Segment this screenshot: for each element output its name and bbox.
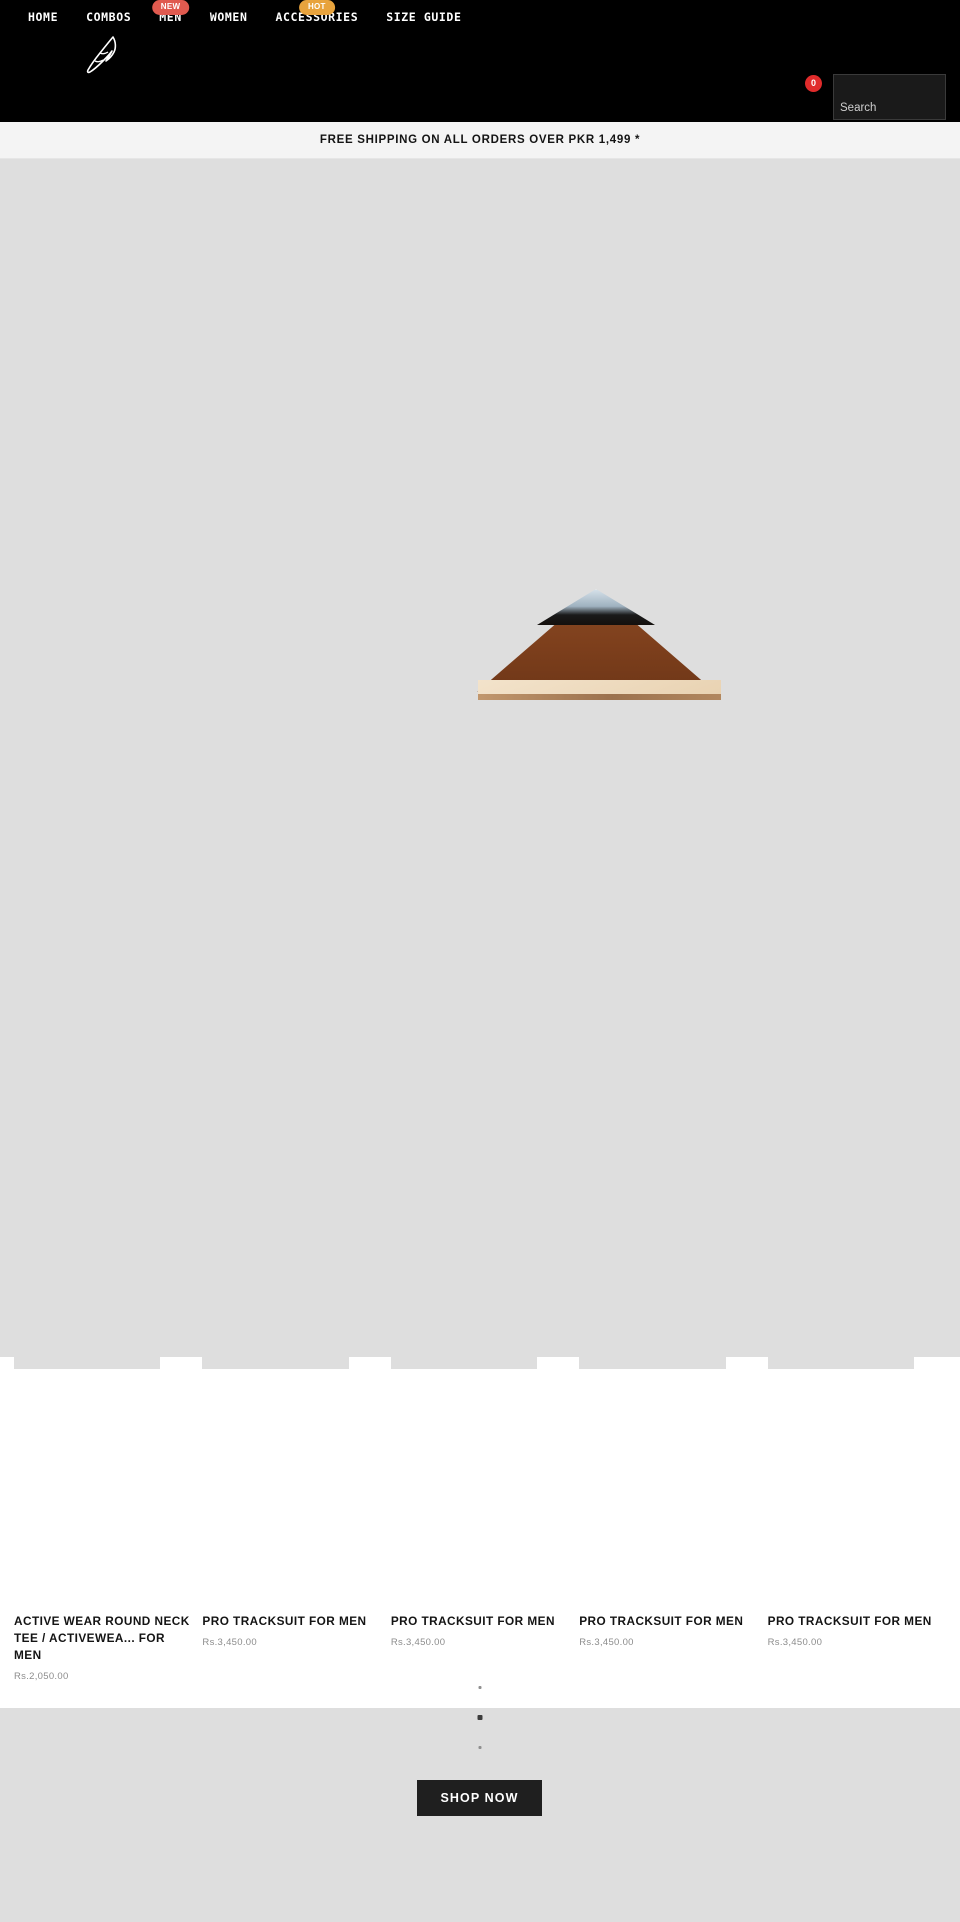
product-title[interactable]: PRO TRACKSUIT FOR MEN [579, 1613, 757, 1630]
carousel-dot[interactable] [478, 1686, 482, 1689]
search-panel[interactable] [833, 74, 946, 120]
nav-item-home[interactable]: HOME [14, 10, 72, 30]
thumbnail-placeholder [390, 1357, 538, 1369]
thumbnail-placeholder [767, 1357, 914, 1369]
nav-item-label: WOMEN [209, 10, 248, 24]
product-card[interactable]: PRO TRACKSUIT FOR MEN Rs.3,450.00 [579, 1357, 758, 1683]
announcement-text: FREE SHIPPING ON ALL ORDERS OVER PKR 1,4… [319, 134, 641, 146]
product-title[interactable]: ACTIVE WEAR ROUND NECK TEE / ACTIVEWEA..… [14, 1613, 192, 1664]
site-header: HOME COMBOS NEW MEN WOMEN HOT ACCESSORIE… [0, 0, 960, 122]
nav-item-women[interactable]: WOMEN [196, 10, 262, 30]
nav-item-label: COMBOS [86, 10, 132, 24]
nav-item-men[interactable]: NEW MEN [145, 0, 196, 30]
promo-banner: SHOP NOW [0, 700, 960, 1816]
header-actions: 0 [630, 0, 960, 120]
product-grid: ACTIVE WEAR ROUND NECK TEE / ACTIVEWEA..… [0, 1357, 960, 1683]
thumbnail-placeholder [579, 1357, 726, 1369]
product-title[interactable]: PRO TRACKSUIT FOR MEN [768, 1613, 946, 1630]
thumbnail-placeholder [14, 1357, 161, 1369]
product-price: Rs.3,450.00 [202, 1637, 257, 1649]
nav-item-combos[interactable]: COMBOS [72, 10, 145, 30]
hero-model-photo [478, 680, 721, 700]
product-thumbnail[interactable] [202, 1357, 381, 1603]
hero-triangle-outline [477, 589, 715, 692]
product-thumbnail[interactable] [579, 1357, 758, 1603]
cart-count-badge[interactable]: 0 [805, 75, 822, 92]
carousel-dots[interactable] [477, 1686, 483, 1749]
eagle-logo-icon[interactable] [82, 34, 122, 76]
product-thumbnail[interactable] [390, 1357, 570, 1603]
nav-item-size-guide[interactable]: SIZE GUIDE [372, 10, 475, 30]
product-card[interactable]: PRO TRACKSUIT FOR MEN Rs.3,450.00 [390, 1357, 570, 1683]
nav-badge-hot: HOT [298, 0, 335, 15]
nav-badge-new: NEW [151, 0, 190, 15]
product-card[interactable]: PRO TRACKSUIT FOR MEN Rs.3,450.00 [767, 1357, 947, 1683]
product-card[interactable]: ACTIVE WEAR ROUND NECK TEE / ACTIVEWEA..… [14, 1357, 193, 1683]
product-card[interactable]: PRO TRACKSUIT FOR MEN Rs.3,450.00 [202, 1357, 381, 1683]
product-price: Rs.2,050.00 [14, 1671, 69, 1683]
carousel-dot[interactable] [478, 1746, 482, 1749]
product-title[interactable]: PRO TRACKSUIT FOR MEN [391, 1613, 569, 1630]
thumbnail-placeholder [202, 1357, 349, 1369]
shop-now-button[interactable]: SHOP NOW [417, 1780, 542, 1816]
product-price: Rs.3,450.00 [767, 1637, 823, 1649]
hero-banner[interactable]: ROCK [0, 159, 960, 700]
product-thumbnail[interactable] [767, 1357, 947, 1603]
search-input[interactable] [834, 102, 945, 119]
announcement-bar: FREE SHIPPING ON ALL ORDERS OVER PKR 1,4… [0, 122, 960, 159]
carousel-dot-active[interactable] [477, 1715, 483, 1720]
product-price: Rs.3,450.00 [579, 1637, 634, 1649]
nav-item-label: SIZE GUIDE [386, 10, 462, 24]
nav-item-accessories[interactable]: HOT ACCESSORIES [261, 0, 372, 30]
product-price: Rs.3,450.00 [390, 1637, 446, 1649]
product-title[interactable]: PRO TRACKSUIT FOR MEN [202, 1613, 380, 1630]
product-thumbnail[interactable] [14, 1357, 193, 1603]
nav-item-label: HOME [28, 10, 59, 24]
